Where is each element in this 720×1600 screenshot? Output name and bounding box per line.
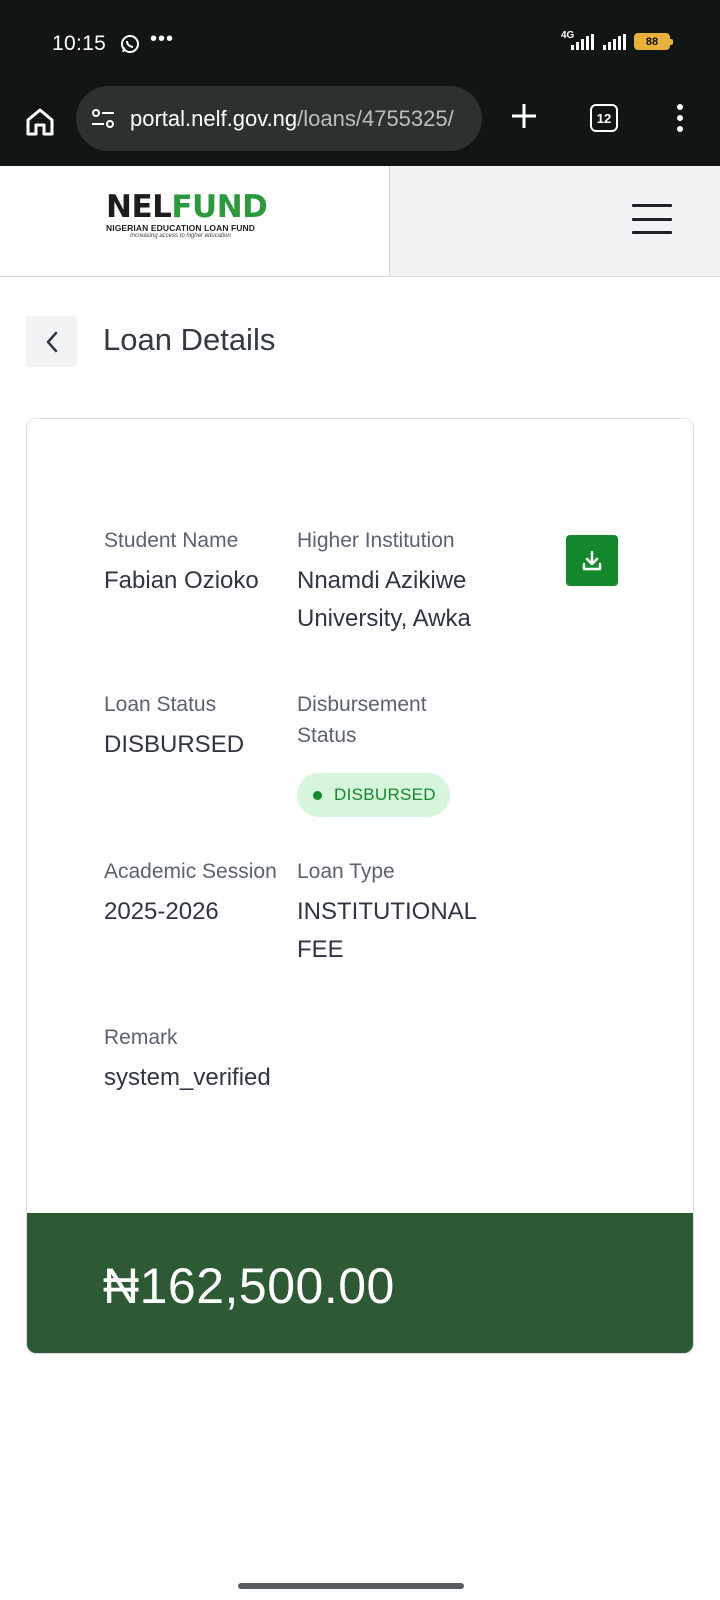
browser-toolbar: portal.nelf.gov.ng/loans/4755325/ 12 <box>0 86 720 166</box>
loan-status-label: Loan Status <box>104 693 217 716</box>
loan-type-value-line2: FEE <box>297 936 344 963</box>
disbursement-label-line2: Status <box>297 724 357 747</box>
gesture-navigation-bar[interactable] <box>238 1583 464 1589</box>
academic-session-value: 2025-2026 <box>104 898 219 925</box>
browser-menu-icon[interactable] <box>672 100 688 136</box>
loan-status-value: DISBURSED <box>104 731 245 758</box>
loan-amount-bar: ₦162,500.00 <box>27 1213 693 1353</box>
site-settings-icon[interactable] <box>90 106 116 132</box>
loan-type-label: Loan Type <box>297 860 395 883</box>
loan-details-card: Student Name Fabian Ozioko Higher Instit… <box>26 418 694 1354</box>
academic-session-label: Academic Session <box>104 860 277 883</box>
loan-amount: ₦162,500.00 <box>103 1258 395 1314</box>
student-name-label: Student Name <box>104 529 239 552</box>
hamburger-menu-icon[interactable] <box>632 204 672 234</box>
remark-label: Remark <box>104 1026 178 1049</box>
download-icon <box>582 550 602 570</box>
url-host: portal.nelf.gov.ng <box>130 105 298 131</box>
site-header: NELFUND NIGERIAN EDUCATION LOAN FUND Inc… <box>0 166 720 277</box>
signal-4g-icon: 4G <box>561 30 595 50</box>
battery-icon: 88 <box>634 33 673 50</box>
tab-switcher-button[interactable]: 12 <box>590 104 618 132</box>
logo-fund: FUND <box>171 189 268 225</box>
status-indicators: 4G 88 <box>561 30 673 50</box>
logo-area[interactable]: NELFUND NIGERIAN EDUCATION LOAN FUND Inc… <box>0 166 390 276</box>
battery-level: 88 <box>645 35 659 48</box>
logo-tagline: Increasing access to higher education <box>130 233 231 239</box>
status-time: 10:15 <box>52 32 107 55</box>
status-badge: DISBURSED <box>297 773 450 817</box>
download-button[interactable] <box>566 535 618 586</box>
address-bar[interactable]: portal.nelf.gov.ng/loans/4755325/ <box>76 86 482 151</box>
status-dot-icon <box>313 790 322 800</box>
institution-label: Higher Institution <box>297 529 455 552</box>
tab-count: 12 <box>596 110 612 126</box>
network-type: 4G <box>561 30 575 41</box>
url-text[interactable]: portal.nelf.gov.ng/loans/4755325/ <box>130 106 470 132</box>
disbursement-label-line1: Disbursement <box>297 693 427 716</box>
home-icon[interactable] <box>22 104 58 140</box>
whatsapp-icon <box>120 34 140 59</box>
new-tab-icon[interactable] <box>508 100 540 132</box>
loan-type-value-line1: INSTITUTIONAL <box>297 898 478 925</box>
signal-icon <box>603 34 626 50</box>
institution-value-line1: Nnamdi Azikiwe <box>297 567 467 594</box>
more-notifications-icon: ••• <box>150 28 175 50</box>
remark-value: system_verified <box>104 1064 271 1091</box>
system-status-bar: 10:15 ••• 4G 88 <box>0 0 720 86</box>
student-name-value: Fabian Ozioko <box>104 567 259 594</box>
menu-area <box>390 166 720 276</box>
status-badge-text: DISBURSED <box>334 785 436 804</box>
back-button[interactable] <box>26 316 77 367</box>
url-path: /loans/4755325/ <box>297 105 454 131</box>
chevron-left-icon <box>46 331 57 352</box>
page-title: Loan Details <box>103 322 276 357</box>
logo-nel: NEL <box>106 189 172 225</box>
nelfund-logo[interactable]: NELFUND NIGERIAN EDUCATION LOAN FUND Inc… <box>106 189 268 240</box>
institution-value-line2: University, Awka <box>297 605 471 632</box>
logo-subtitle: NIGERIAN EDUCATION LOAN FUND <box>106 223 256 233</box>
